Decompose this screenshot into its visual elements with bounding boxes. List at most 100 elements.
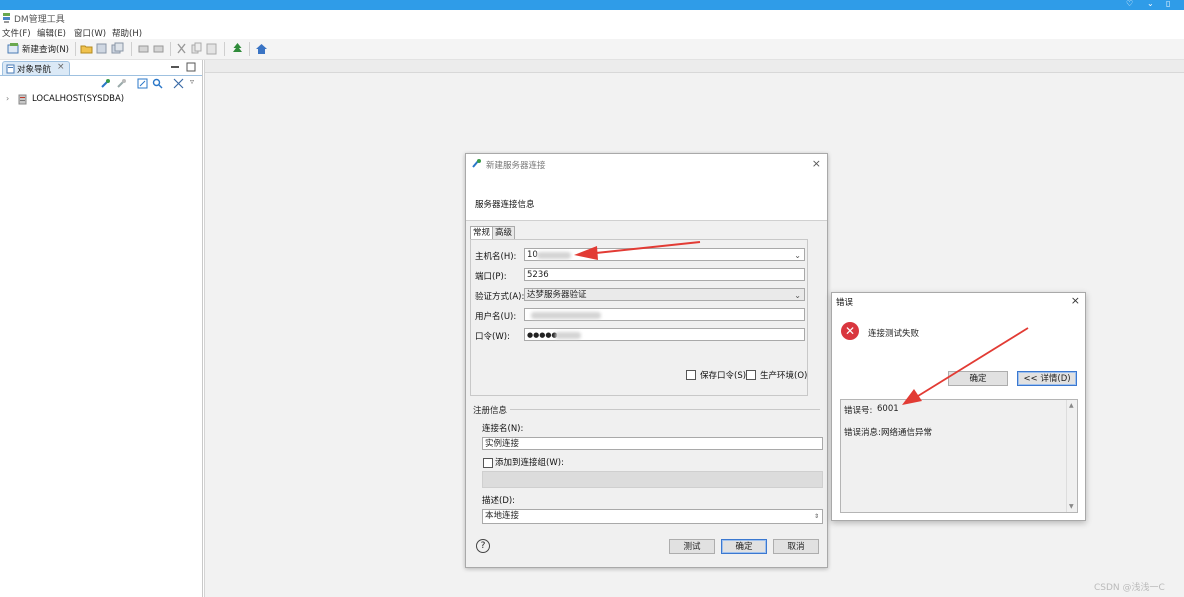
copy-icon[interactable] [190,42,203,55]
print-icon[interactable] [137,42,150,55]
dm-app-icon [3,13,10,23]
production-checkbox[interactable] [746,370,756,380]
error-icon: ✕ [841,322,859,340]
edit-icon[interactable] [137,78,148,89]
dialog-header-title: 服务器连接信息 [475,200,535,210]
navigator-tab-label: 对象导航 [17,65,52,75]
redacted-password [555,332,581,339]
database-server-icon [18,94,27,105]
object-navigator-panel: 对象导航 × ▿ › LOCALHOST(SYSDBA) [0,60,203,597]
save-icon[interactable] [95,42,108,55]
paste-icon[interactable] [205,42,218,55]
save-password-label: 保存口令(S) [700,371,747,381]
error-msg-label: 错误消息: [844,428,881,438]
details-scrollbar[interactable]: ▲ ▼ [1066,400,1077,512]
error-dialog-title: 错误 [836,298,854,308]
scroll-arrows-icon[interactable]: ⇕ [814,510,819,523]
maximize-icon[interactable] [186,62,196,72]
search-icon[interactable] [152,78,163,89]
conn-name-value: 实例连接 [485,439,520,449]
title-bar: DM管理工具 [0,10,1184,26]
error-details-area: 错误号: 6001 错误消息: 网络通信异常 ▲ ▼ [840,399,1078,513]
collapse-all-icon[interactable] [173,78,184,89]
tab-general[interactable]: 常规 [470,226,494,240]
chevron-down-icon[interactable]: ⌄ [794,249,801,262]
port-input[interactable]: 5236 [524,268,805,281]
print-preview-icon[interactable] [152,42,165,55]
ok-button[interactable]: 确定 [721,539,767,554]
tab-object-navigator[interactable]: 对象导航 × [2,61,70,76]
details-button[interactable]: << 详情(D) [1017,371,1077,386]
registration-group-label: 注册信息 [473,406,508,416]
password-input[interactable]: ●●●●● [524,328,805,341]
toolbar-separator [249,42,250,56]
save-all-icon[interactable] [111,42,124,55]
user-icon[interactable]: ▯ [1166,0,1175,8]
minimize-icon[interactable] [170,62,180,72]
tree-icon[interactable] [231,42,244,55]
view-menu-icon[interactable]: ▿ [190,77,194,86]
user-input[interactable] [524,308,805,321]
save-password-checkbox[interactable] [686,370,696,380]
toolbar: 新建查询(N) [0,39,1184,60]
production-label: 生产环境(O) [760,371,808,381]
tree-item-label: LOCALHOST(SYSDBA) [32,94,125,104]
general-tab-pane: 主机名(H): 10 ⌄ 端口(P): 5236 验证方式(A): 达梦服务器验… [470,239,808,396]
new-server-connection-dialog: 新建服务器连接 × 服务器连接信息 常规 高级 主机名(H): 10 ⌄ 端口(… [465,153,828,568]
tab-advanced[interactable]: 高级 [492,226,516,240]
toolbar-separator [131,42,132,56]
error-code-value: 6001 [877,404,899,414]
scroll-down-icon[interactable]: ▼ [1069,503,1074,510]
cut-icon[interactable] [175,42,188,55]
open-folder-icon[interactable] [80,42,93,55]
group-select[interactable] [482,471,823,488]
chevron-down-icon[interactable]: ⌄ [794,289,801,302]
error-code-label: 错误号: [844,406,873,416]
menu-edit[interactable]: 编辑(E) [37,27,66,39]
tree-root: › LOCALHOST(SYSDBA) [6,94,196,106]
group-divider [510,409,820,410]
scroll-up-icon[interactable]: ▲ [1069,402,1074,409]
connection-icon [472,159,481,168]
connect-icon[interactable] [100,78,111,89]
navigator-icon [6,64,15,74]
tree-item-localhost[interactable]: › LOCALHOST(SYSDBA) [6,94,196,106]
test-button[interactable]: 测试 [669,539,715,554]
port-value: 5236 [527,270,549,280]
menu-file[interactable]: 文件(F) [2,27,31,39]
desc-label: 描述(D): [482,496,516,506]
close-icon[interactable]: × [1071,294,1080,307]
error-message: 连接测试失败 [868,329,920,339]
menu-window[interactable]: 窗口(W) [74,27,106,39]
dialog-body: 常规 高级 主机名(H): 10 ⌄ 端口(P): 5236 验证方式(A): … [466,221,827,567]
conn-name-label: 连接名(N): [482,424,524,434]
desc-value: 本地连接 [485,511,520,521]
password-label: 口令(W): [475,332,510,342]
home-icon[interactable] [255,42,268,55]
help-icon[interactable]: ? [476,539,490,553]
new-query-button[interactable]: 新建查询(N) [22,43,69,55]
menu-help[interactable]: 帮助(H) [112,27,142,39]
navigator-toolbar: ▿ [0,76,202,92]
cancel-button[interactable]: 取消 [773,539,819,554]
toolbar-separator [170,42,171,56]
chevron-right-icon[interactable]: › [6,94,9,103]
dialog-header: 服务器连接信息 [466,174,827,221]
conn-name-input[interactable]: 实例连接 [482,437,823,450]
new-query-icon[interactable] [7,42,20,55]
desc-textarea[interactable]: 本地连接 ⇕ [482,509,823,524]
close-icon[interactable]: × [57,62,65,72]
menu-bar: 文件(F) 编辑(E) 窗口(W) 帮助(H) [0,26,1184,39]
disconnect-icon[interactable] [116,78,127,89]
auth-value: 达梦服务器验证 [527,290,587,300]
watermark: CSDN @浅浅一C [1094,583,1165,593]
add-group-checkbox[interactable] [483,458,493,468]
error-ok-button[interactable]: 确定 [948,371,1008,386]
heart-icon[interactable]: ♡ [1126,0,1135,8]
close-icon[interactable]: × [812,157,821,170]
chevron-down-icon[interactable]: ⌄ [1147,0,1156,8]
error-dialog: 错误 × ✕ 连接测试失败 确定 << 详情(D) 错误号: 6001 错误消息… [831,292,1086,521]
host-combo[interactable]: 10 ⌄ [524,248,805,261]
auth-combo[interactable]: 达梦服务器验证 ⌄ [524,288,805,301]
password-value: ●●●●● [527,331,558,339]
